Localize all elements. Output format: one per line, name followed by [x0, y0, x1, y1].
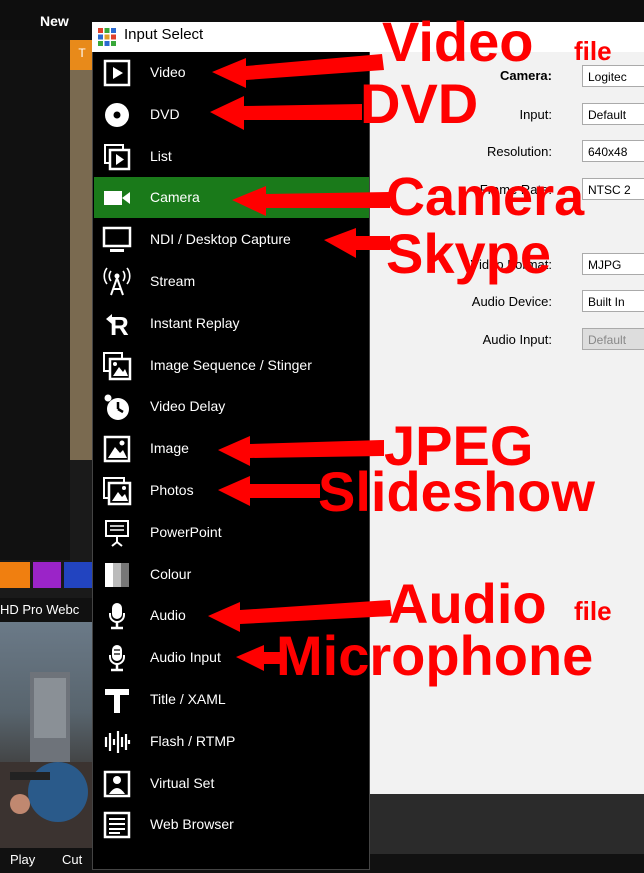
annotation-skype: Skype — [386, 222, 551, 285]
new-label[interactable]: New — [40, 13, 69, 29]
video-file-icon — [102, 58, 132, 88]
color-swatches — [0, 562, 94, 588]
menu-item-label: List — [150, 147, 172, 164]
camera-icon — [102, 183, 132, 213]
camera-select[interactable]: Logitec — [582, 65, 644, 87]
play-button[interactable]: Play — [10, 852, 35, 867]
audio-input-icon — [102, 643, 132, 673]
replay-icon: R — [102, 309, 132, 341]
menu-item-camera[interactable]: Camera — [94, 177, 369, 219]
dvd-icon — [102, 100, 132, 130]
resolution-select[interactable]: 640x48 — [582, 140, 644, 162]
menu-item-label: Camera — [150, 189, 200, 206]
menu-item-web-browser[interactable]: Web Browser — [94, 804, 369, 845]
menu-item-label: Virtual Set — [150, 774, 215, 791]
menu-item-list[interactable]: List — [94, 136, 369, 177]
menu-item-label: Title / XAML — [150, 691, 226, 707]
swatch-purple[interactable] — [33, 562, 61, 588]
swatch-blue[interactable] — [64, 562, 94, 588]
menu-item-label: Video Delay — [150, 398, 226, 415]
photos-icon — [102, 476, 132, 506]
annotation-audio-file: file — [574, 596, 612, 626]
frame-rate-select[interactable]: NTSC 2 — [582, 178, 644, 200]
resolution-label: Resolution: — [486, 144, 552, 159]
menu-item-label: Stream — [150, 273, 196, 289]
menu-item-stream[interactable]: Stream — [94, 261, 369, 302]
menu-item-ndi-desktop-capture[interactable]: NDI / Desktop Capture — [94, 219, 369, 260]
menu-item-instant-replay[interactable]: R Instant Replay — [94, 303, 369, 344]
swatch-orange[interactable] — [0, 562, 30, 588]
menu-item-label: Instant Replay — [150, 314, 240, 331]
menu-item-label: NDI / Desktop Capture — [150, 231, 291, 248]
menu-item-label: Photos — [150, 482, 194, 498]
video-delay-icon — [102, 392, 132, 422]
menu-item-label: Web Browser — [150, 816, 234, 833]
input-label: Input: — [519, 107, 552, 122]
grid-icon — [97, 27, 117, 47]
antenna-icon — [102, 267, 132, 297]
menu-item-label: Image Sequence / Stinger — [150, 356, 312, 373]
audio-device-label: Audio Device: — [471, 294, 552, 309]
menu-item-label: Audio Input — [150, 649, 221, 666]
powerpoint-icon — [102, 518, 132, 548]
web-browser-icon — [102, 810, 132, 840]
menu-item-label: DVD — [150, 105, 180, 122]
annotation-dvd: DVD — [360, 72, 479, 135]
microphone-icon — [102, 601, 132, 631]
window-title: Input Select — [124, 26, 204, 43]
menu-item-label: PowerPoint — [150, 523, 222, 540]
video-format-select[interactable]: MJPG — [582, 253, 644, 275]
menu-item-dvd[interactable]: DVD — [94, 94, 369, 135]
title-icon — [102, 685, 132, 715]
menu-item-label: Image — [150, 440, 189, 457]
annotation-microphone: Microphone — [276, 624, 594, 687]
menu-item-label: Audio — [150, 607, 186, 624]
annotation-camera: Camera — [386, 167, 585, 227]
menu-item-virtual-set[interactable]: Virtual Set — [94, 763, 369, 804]
annotation-slideshow: Slideshow — [318, 460, 595, 523]
webcam-preview — [0, 622, 94, 848]
menu-item-flash-rtmp[interactable]: Flash / RTMP — [94, 721, 369, 762]
menu-item-video[interactable]: Video — [94, 52, 369, 93]
input-select[interactable]: Default — [582, 103, 644, 125]
menu-item-colour[interactable]: Colour — [94, 554, 369, 595]
svg-text:R: R — [110, 311, 129, 339]
panel-footer — [370, 794, 644, 854]
virtual-set-icon — [102, 769, 132, 799]
cut-button[interactable]: Cut — [62, 852, 82, 867]
annotation-video-file: file — [574, 36, 612, 66]
image-sequence-icon — [102, 351, 132, 381]
audio-input-select[interactable]: Default — [582, 328, 644, 350]
audio-device-select[interactable]: Built In — [582, 290, 644, 312]
audio-input-label: Audio Input: — [482, 332, 552, 347]
preview-thumbnail — [70, 70, 94, 460]
menu-item-label: Flash / RTMP — [150, 732, 236, 749]
webcam-scene — [0, 672, 94, 848]
left-panel — [0, 40, 70, 560]
preview-tab[interactable]: T — [70, 40, 94, 70]
menu-item-video-delay[interactable]: Video Delay — [94, 386, 369, 427]
menu-item-image-sequence-stinger[interactable]: Image Sequence / Stinger — [94, 345, 369, 386]
menu-item-label: Colour — [150, 565, 192, 582]
annotation-video: Video — [382, 10, 534, 73]
monitor-icon — [102, 225, 132, 255]
webcam-input-label: HD Pro Webc — [0, 598, 94, 622]
menu-item-label: Video — [150, 64, 186, 80]
image-icon — [102, 434, 132, 464]
colour-icon — [102, 560, 132, 590]
list-icon — [102, 142, 132, 172]
flash-icon — [102, 727, 132, 757]
